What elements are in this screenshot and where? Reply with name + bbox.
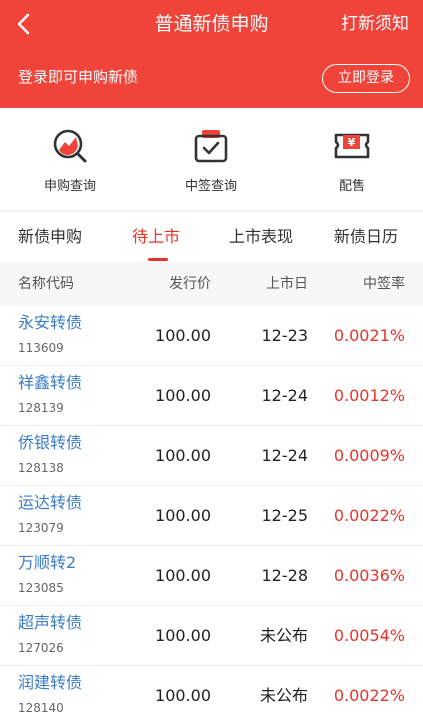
svg-text:¥: ¥ xyxy=(348,136,356,149)
column-header-winning-rate: 中签率 xyxy=(363,276,405,292)
tab-new-bond-calendar[interactable]: 新债日历 xyxy=(334,212,398,262)
table-row[interactable]: 祥鑫转债 128139 100.00 12-24 0.0012% xyxy=(0,366,423,426)
winning-rate: 0.0022% xyxy=(333,686,405,705)
bond-name[interactable]: 祥鑫转债 xyxy=(18,372,82,394)
winning-rate: 0.0036% xyxy=(333,566,405,585)
winning-rate: 0.0012% xyxy=(333,386,405,405)
bond-name[interactable]: 万顺转2 xyxy=(18,552,76,574)
active-tab-indicator xyxy=(148,258,168,261)
winning-rate: 0.0054% xyxy=(333,626,405,645)
issue-price: 100.00 xyxy=(155,686,211,705)
winning-rate: 0.0021% xyxy=(333,326,405,345)
table-row[interactable]: 运达转债 123079 100.00 12-25 0.0022% xyxy=(0,486,423,546)
login-button[interactable]: 立即登录 xyxy=(322,64,410,93)
winning-rate: 0.0009% xyxy=(333,446,405,465)
subscription-query-button[interactable]: 申购查询 xyxy=(10,126,130,196)
placement-button[interactable]: ¥ 配售 xyxy=(292,126,412,196)
tab-bar: 新债申购 待上市 上市表现 新债日历 xyxy=(0,212,423,262)
table-row[interactable]: 润建转债 128140 100.00 未公布 0.0022% xyxy=(0,666,423,723)
table-row[interactable]: 永安转债 113609 100.00 12-23 0.0021% xyxy=(0,306,423,366)
issue-price: 100.00 xyxy=(155,446,211,465)
quick-actions: 申购查询 中签查询 ¥ 配售 xyxy=(0,108,423,210)
bond-code: 127026 xyxy=(18,641,64,655)
listing-date: 未公布 xyxy=(259,686,308,705)
tab-pending-listing[interactable]: 待上市 xyxy=(132,212,180,262)
bond-name[interactable]: 侨银转债 xyxy=(18,432,82,454)
issue-price: 100.00 xyxy=(155,626,211,645)
bond-name[interactable]: 超声转债 xyxy=(18,612,82,634)
bond-code: 128138 xyxy=(18,461,64,475)
notice-link[interactable]: 打新须知 xyxy=(341,11,409,37)
table-row[interactable]: 超声转债 127026 100.00 未公布 0.0054% xyxy=(0,606,423,666)
issue-price: 100.00 xyxy=(155,506,211,525)
column-header-listing-date: 上市日 xyxy=(266,276,308,292)
listing-date: 12-23 xyxy=(261,326,309,345)
bond-name[interactable]: 运达转债 xyxy=(18,492,82,514)
bond-code: 113609 xyxy=(18,341,64,355)
app-header: 普通新债申购 打新须知 登录即可申购新债 立即登录 xyxy=(0,0,423,108)
winning-query-label: 中签查询 xyxy=(184,179,237,194)
check-box-icon xyxy=(191,126,231,166)
bond-name[interactable]: 润建转债 xyxy=(18,672,82,694)
issue-price: 100.00 xyxy=(155,326,211,345)
bond-code: 123085 xyxy=(18,581,64,595)
login-prompt: 登录即可申购新债 xyxy=(18,68,139,86)
issue-price: 100.00 xyxy=(155,566,211,585)
table-row[interactable]: 侨银转债 128138 100.00 12-24 0.0009% xyxy=(0,426,423,486)
listing-date: 12-24 xyxy=(261,446,309,465)
bond-code: 128140 xyxy=(18,701,64,715)
bond-name[interactable]: 永安转债 xyxy=(18,312,82,334)
bond-code: 128139 xyxy=(18,401,64,415)
listing-date: 12-24 xyxy=(261,386,309,405)
winning-query-button[interactable]: 中签查询 xyxy=(151,126,271,196)
column-header-name-code: 名称代码 xyxy=(18,276,74,292)
placement-label: 配售 xyxy=(338,179,365,194)
listing-date: 未公布 xyxy=(259,626,308,645)
table-row[interactable]: 万顺转2 123085 100.00 12-28 0.0036% xyxy=(0,546,423,606)
column-header-issue-price: 发行价 xyxy=(169,276,211,292)
listing-date: 12-28 xyxy=(261,566,309,585)
bond-code: 123079 xyxy=(18,521,64,535)
winning-rate: 0.0022% xyxy=(333,506,405,525)
tab-new-bond-subscribe[interactable]: 新债申购 xyxy=(18,212,82,262)
yuan-ticket-icon: ¥ xyxy=(332,126,372,166)
table-header: 名称代码 发行价 上市日 中签率 xyxy=(0,262,423,306)
search-chart-icon xyxy=(50,126,90,166)
subscription-query-label: 申购查询 xyxy=(43,179,96,194)
issue-price: 100.00 xyxy=(155,386,211,405)
tab-listing-performance[interactable]: 上市表现 xyxy=(229,212,293,262)
listing-date: 12-25 xyxy=(261,506,309,525)
